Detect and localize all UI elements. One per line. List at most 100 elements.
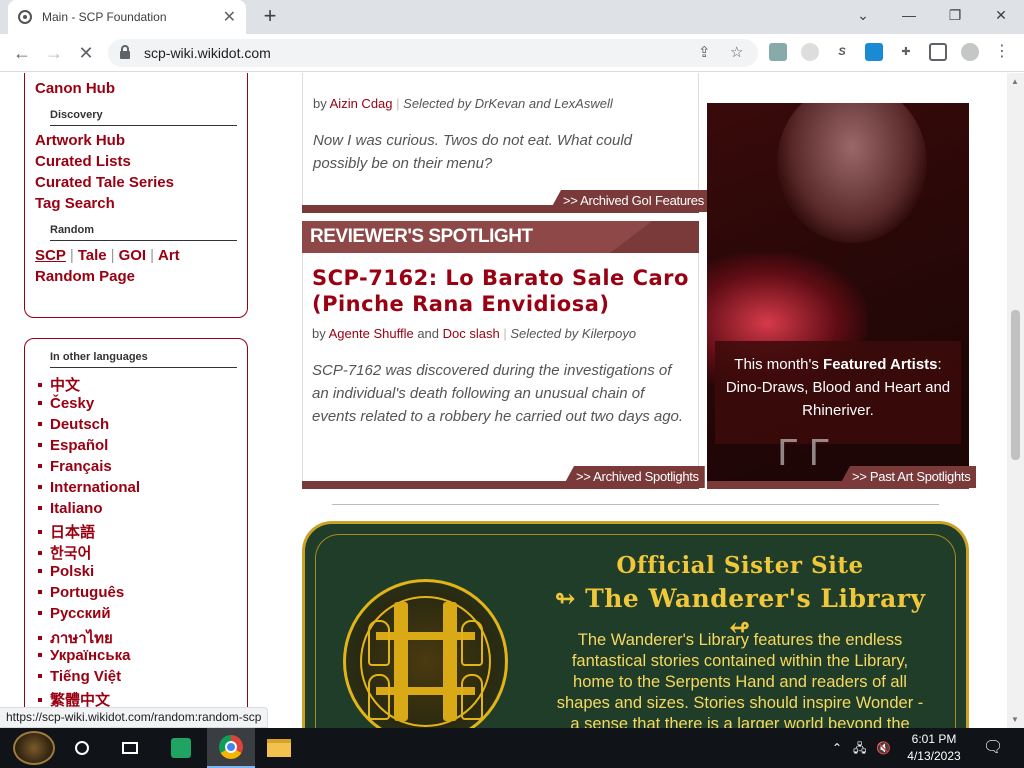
- close-window-button[interactable]: ✕: [978, 0, 1024, 30]
- sidebar-link-curated-tale-series[interactable]: Curated Tale Series: [35, 174, 174, 191]
- bookmark-star-icon[interactable]: ☆: [730, 39, 743, 67]
- goi-quote: Now I was curious. Twos do not eat. What…: [313, 132, 633, 172]
- random-art-link[interactable]: Art: [158, 247, 180, 264]
- languages-box: In other languages 中文 Česky Deutsch Espa…: [24, 338, 248, 728]
- goi-author-link[interactable]: Aizin Cdag: [330, 96, 393, 111]
- stop-loading-button[interactable]: ✕: [72, 40, 100, 66]
- sheets-icon: [171, 738, 191, 758]
- folder-icon: [267, 739, 291, 757]
- profile-avatar-icon[interactable]: [961, 43, 979, 61]
- url-text: scp-wiki.wikidot.com: [144, 45, 271, 61]
- lang-link-ko[interactable]: 한국어: [38, 542, 91, 563]
- clock-time: 6:01 PM: [911, 732, 957, 746]
- random-page-link[interactable]: Random Page: [35, 268, 135, 285]
- sidebar-heading-discovery: Discovery: [50, 109, 103, 121]
- active-tab[interactable]: Main - SCP Foundation ✕: [8, 0, 246, 34]
- windows-taskbar: ⌃ 🖧 🔇 6:01 PM 4/13/2023 🗨: [0, 728, 1024, 768]
- sidebar-link-tag-search[interactable]: Tag Search: [35, 195, 115, 212]
- chrome-taskbar-button[interactable]: [207, 728, 255, 768]
- section-divider: [332, 504, 939, 505]
- network-icon[interactable]: 🖧: [853, 728, 866, 768]
- restore-button[interactable]: ❐: [932, 0, 978, 30]
- google-sheets-taskbar-button[interactable]: [157, 728, 205, 768]
- tray-chevron-icon[interactable]: ⌃: [832, 728, 842, 768]
- start-logo-icon: [13, 731, 55, 765]
- extension-3-icon[interactable]: S: [833, 43, 851, 61]
- lang-link-jp[interactable]: 日本語: [38, 521, 95, 542]
- featured-artists-caption: This month's Featured Artists: Dino-Draw…: [715, 341, 961, 444]
- sidebar-link-curated-lists[interactable]: Curated Lists: [35, 153, 131, 170]
- sidebar-nav-box: Canon Hub Discovery Artwork Hub Curated …: [24, 73, 248, 318]
- minimize-button[interactable]: —: [886, 0, 932, 30]
- scrollbar-thumb[interactable]: [1011, 310, 1020, 460]
- page-content: Canon Hub Discovery Artwork Hub Curated …: [0, 73, 1024, 728]
- random-scp-link[interactable]: SCP: [35, 247, 66, 264]
- lang-link-pt[interactable]: Português: [38, 584, 124, 601]
- lang-link-fr[interactable]: Français: [38, 458, 112, 475]
- lock-icon[interactable]: [120, 45, 130, 59]
- art-archive-link[interactable]: >> Past Art Spotlights: [838, 466, 977, 488]
- volume-muted-icon[interactable]: 🔇: [876, 728, 891, 768]
- lang-link-ua[interactable]: Українська: [38, 647, 130, 664]
- spotlight-article-title-link[interactable]: SCP-7162: Lo Barato Sale Caro (Pinche Ra…: [312, 265, 692, 317]
- scroll-down-arrow-icon[interactable]: ▼: [1011, 715, 1019, 724]
- search-button[interactable]: [58, 728, 106, 768]
- menu-kebab-icon[interactable]: ⋮: [993, 43, 1011, 61]
- lang-link-ru[interactable]: Русский: [38, 605, 111, 622]
- extension-1-icon[interactable]: [769, 43, 787, 61]
- lang-link-pl[interactable]: Polski: [38, 563, 94, 580]
- tab-close-icon[interactable]: ✕: [223, 7, 236, 27]
- divider: [50, 125, 237, 126]
- lang-link-it[interactable]: Italiano: [38, 500, 103, 517]
- sister-site-subtitle: Official Sister Site: [616, 552, 864, 579]
- scroll-up-arrow-icon[interactable]: ▲: [1011, 77, 1019, 86]
- reviewer-spotlight-banner: REVIEWER'S SPOTLIGHT: [302, 221, 699, 253]
- featured-art-panel[interactable]: This month's Featured Artists: Dino-Draw…: [707, 103, 969, 488]
- lang-link-es[interactable]: Español: [38, 437, 108, 454]
- back-button[interactable]: ←: [8, 40, 36, 66]
- lang-link-de[interactable]: Deutsch: [38, 416, 109, 433]
- search-circle-icon: [75, 741, 89, 755]
- sidebar-link-artwork-hub[interactable]: Artwork Hub: [35, 132, 125, 149]
- file-explorer-taskbar-button[interactable]: [255, 728, 303, 768]
- lang-link-zh[interactable]: 中文: [38, 374, 80, 395]
- goi-byline: by Aizin Cdag | Selected by DrKevan and …: [313, 96, 613, 111]
- lang-link-vn[interactable]: Tiếng Việt: [38, 668, 121, 685]
- random-tale-link[interactable]: Tale: [78, 247, 107, 264]
- spotlight-author-2-link[interactable]: Doc slash: [443, 326, 500, 341]
- lang-link-int[interactable]: International: [38, 479, 140, 496]
- notification-icon[interactable]: 🗨: [983, 728, 1003, 768]
- spotlight-archive-link[interactable]: >> Archived Spotlights: [562, 466, 705, 488]
- languages-heading: In other languages: [50, 351, 148, 363]
- extension-4-icon[interactable]: [865, 43, 883, 61]
- spotlight-byline: by Agente Shuffle and Doc slash | Select…: [312, 326, 637, 341]
- new-tab-button[interactable]: +: [256, 4, 284, 30]
- divider: [50, 240, 237, 241]
- address-bar[interactable]: scp-wiki.wikidot.com ⇪ ☆: [108, 39, 758, 67]
- sister-site-description: The Wanderer's Library features the endl…: [556, 631, 924, 728]
- page-scrollbar[interactable]: ▲ ▼: [1007, 73, 1024, 728]
- goi-archive-link[interactable]: >> Archived GoI Features: [549, 190, 710, 212]
- sidebar-link-canon-hub[interactable]: Canon Hub: [35, 80, 115, 97]
- art-figure: [777, 103, 927, 243]
- lang-link-cs[interactable]: Česky: [38, 395, 94, 412]
- share-icon[interactable]: ⇪: [698, 39, 711, 67]
- sidebar-heading-random: Random: [50, 224, 94, 236]
- extensions-puzzle-icon[interactable]: ✚: [897, 43, 915, 61]
- browser-toolbar: ← → ✕ scp-wiki.wikidot.com ⇪ ☆ S ✚ ⋮: [0, 34, 1024, 72]
- tab-strip: Main - SCP Foundation ✕ + ⌄ — ❐ ✕: [0, 0, 1024, 34]
- random-goi-link[interactable]: GOI: [119, 247, 147, 264]
- taskbar-clock[interactable]: 6:01 PM 4/13/2023: [893, 731, 975, 765]
- art-scribble: ᒥ ᒥ: [777, 433, 829, 474]
- clock-date: 4/13/2023: [907, 749, 961, 763]
- spotlight-author-1-link[interactable]: Agente Shuffle: [329, 326, 414, 341]
- random-links-row: SCP | Tale | GOI | Art: [35, 247, 180, 264]
- wanderers-library-banner[interactable]: Official Sister Site ↬ The Wanderer's Li…: [302, 521, 969, 728]
- tab-search-chevron-icon[interactable]: ⌄: [840, 0, 886, 30]
- task-view-button[interactable]: [106, 728, 154, 768]
- start-button[interactable]: [10, 728, 58, 768]
- forward-button[interactable]: →: [40, 40, 68, 66]
- extension-2-icon[interactable]: [801, 43, 819, 61]
- side-panel-icon[interactable]: [929, 43, 947, 61]
- task-view-icon: [122, 742, 138, 754]
